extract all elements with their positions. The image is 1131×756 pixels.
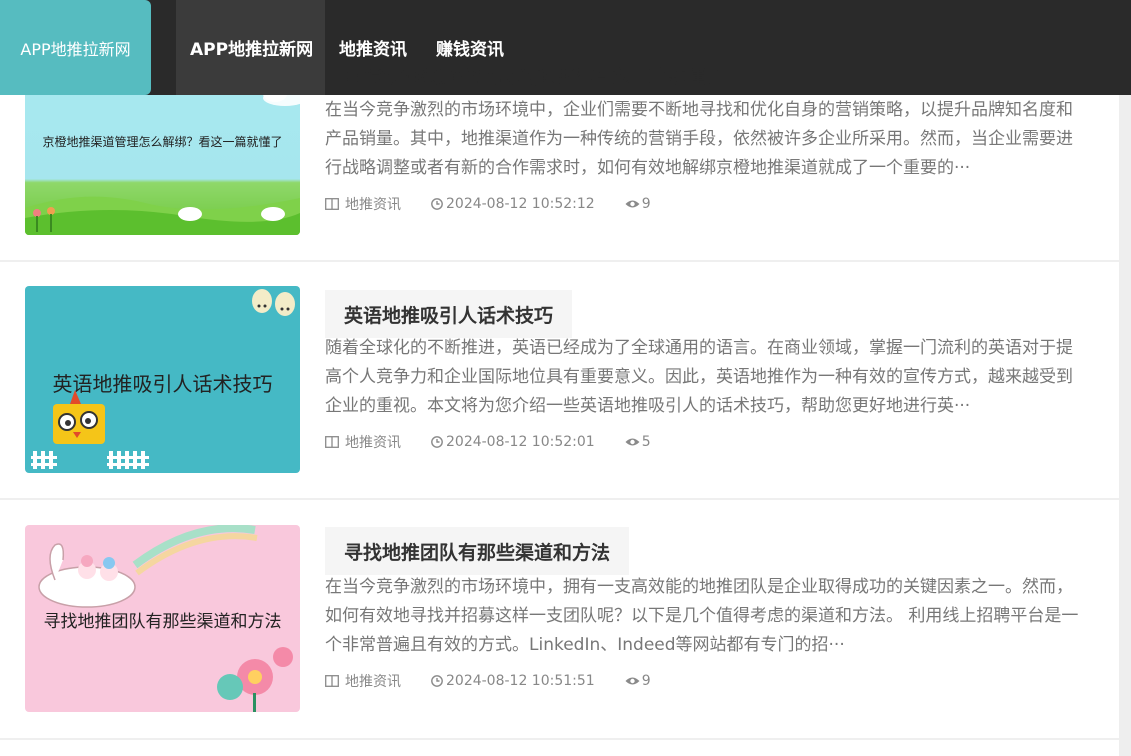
site-logo[interactable]: APP地推拉新网 [0, 0, 151, 95]
article-item: 英语地推吸引人话术技巧 英语地推吸引人话术技巧 随着全球化的不断推进，英语已经成… [0, 262, 1119, 500]
clock-icon [431, 675, 443, 687]
article-date: 2024-08-12 10:52:01 [431, 434, 595, 450]
clock-icon [431, 198, 443, 210]
eye-icon [625, 438, 640, 446]
article-views: 9 [625, 196, 651, 212]
eye-icon [625, 200, 640, 208]
article-excerpt: 随着全球化的不断推进，英语已经成为了全球通用的语言。在商业领域，掌握一门流利的英… [325, 338, 1073, 416]
article-thumbnail[interactable]: 寻找地推团队有那些渠道和方法 [25, 525, 300, 712]
article-excerpt: 在当今竞争激烈的市场环境中，拥有一支高效能的地推团队是企业取得成功的关键因素之一… [325, 577, 1079, 655]
article-meta: 地推资讯 2024-08-12 10:52:12 9 [325, 194, 681, 214]
scrollbar[interactable] [1119, 0, 1131, 756]
article-views: 9 [625, 673, 651, 689]
article-title[interactable]: 寻找地推团队有那些渠道和方法 [325, 527, 630, 575]
nav-item-money-news[interactable]: 赚钱资讯 [436, 0, 504, 95]
thumbnail-caption: 寻找地推团队有那些渠道和方法 [43, 612, 282, 632]
article-category[interactable]: 地推资讯 [325, 432, 401, 452]
article-category[interactable]: 地推资讯 [325, 194, 401, 214]
article-date: 2024-08-12 10:51:51 [431, 673, 595, 689]
site-header: 京橙地推渠道管理怎么解绑？看这一篇就懂了 APP地推拉新网 APP地推拉新网 地… [0, 0, 1131, 95]
book-icon [325, 436, 339, 448]
clock-icon [431, 436, 443, 448]
article-title[interactable]: 英语地推吸引人话术技巧 [325, 290, 573, 338]
article-meta: 地推资讯 2024-08-12 10:52:01 5 [325, 432, 681, 452]
article-meta: 地推资讯 2024-08-12 10:51:51 9 [325, 671, 681, 691]
eye-icon [625, 677, 640, 685]
article-category[interactable]: 地推资讯 [325, 671, 401, 691]
article-excerpt: 在当今竞争激烈的市场环境中，企业们需要不断地寻找和优化自身的营销策略，以提升品牌… [325, 100, 1073, 178]
article-date: 2024-08-12 10:52:12 [431, 196, 595, 212]
article-views: 5 [625, 434, 651, 450]
book-icon [325, 198, 339, 210]
article-item: 寻找地推团队有那些渠道和方法 寻找地推团队有那些渠道和方法 在当今竞争激烈的市场… [0, 500, 1119, 740]
book-icon [325, 675, 339, 687]
nav-item-ditui-news[interactable]: 地推资讯 [339, 0, 407, 95]
nav-item-home[interactable]: APP地推拉新网 [176, 0, 325, 95]
thumbnail-caption: 英语地推吸引人话术技巧 [52, 372, 273, 396]
thumbnail-caption: 京橙地推渠道管理怎么解绑？看这一篇就懂了 [42, 135, 283, 149]
article-thumbnail[interactable]: 英语地推吸引人话术技巧 [25, 286, 300, 473]
